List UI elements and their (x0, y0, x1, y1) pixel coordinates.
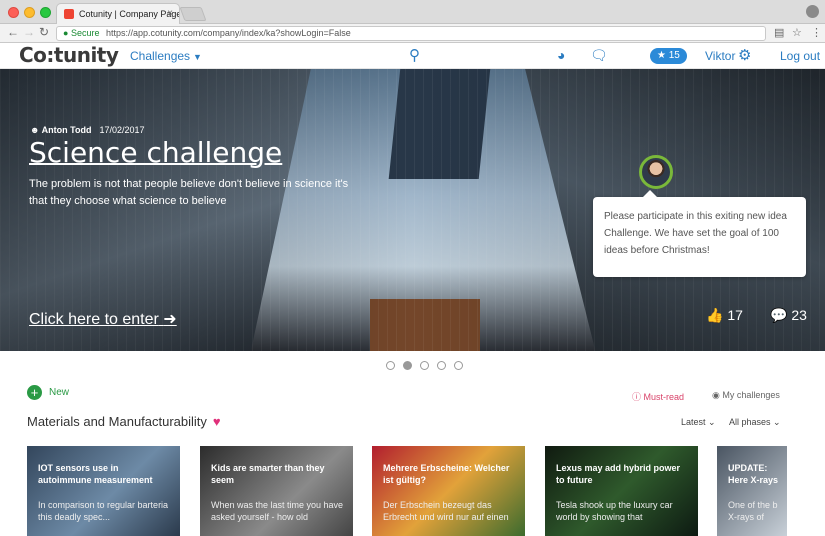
carousel-dot-active[interactable] (403, 361, 412, 370)
forward-arrow-icon[interactable]: → (23, 25, 35, 39)
app-header: Co:tunity Challenges ▼ ⚲ ◕ 🗨 ★ 15 Viktor … (0, 43, 825, 69)
challenge-card[interactable]: Lexus may add hybrid power to future Tes… (545, 446, 698, 536)
author-name: Anton Todd (41, 125, 92, 135)
user-name[interactable]: Viktor (705, 49, 735, 63)
chat-bubbles-icon[interactable]: 🗨 (590, 47, 608, 64)
chevron-down-icon: ⌄ (773, 417, 781, 427)
cotunity-logo[interactable]: Co:tunity (19, 43, 119, 67)
back-arrow-icon[interactable]: ← (7, 25, 19, 39)
sort-dropdown[interactable]: Latest ⌄ (681, 417, 716, 428)
carousel-dot[interactable] (420, 361, 429, 370)
gear-icon[interactable]: ⚙ (738, 46, 751, 64)
caret-down-icon: ▼ (193, 52, 202, 62)
challenge-card[interactable]: UPDATE: Here X-rays One of the b X-rays … (717, 446, 787, 536)
chevron-down-icon: ⌄ (708, 417, 716, 427)
challenges-label: Challenges (130, 49, 191, 63)
thumbs-up-icon: 👍 (706, 307, 724, 323)
challenge-card[interactable]: Mehrere Erbscheine: Welcher ist gültig? … (372, 446, 525, 536)
section-title: Materials and Manufacturability ♥ (27, 414, 221, 429)
translate-icon[interactable]: ▤ (774, 26, 784, 39)
likes-counter[interactable]: 👍 17 (706, 307, 743, 324)
card-description: Tesla shook up the luxury car world by s… (556, 500, 673, 522)
card-description: In comparison to regular barteria this d… (38, 500, 169, 522)
url-field[interactable]: ● Secure https://app.cotunity.com/compan… (56, 26, 766, 41)
carousel-dots (386, 357, 471, 375)
address-bar-row: ← → ↻ ● Secure https://app.cotunity.com/… (0, 24, 825, 43)
my-challenges-label: My challenges (722, 390, 780, 400)
card-title: IOT sensors use in autoimmune measuremen… (38, 463, 153, 485)
sort-label: Latest (681, 417, 706, 427)
close-window-button[interactable] (8, 7, 19, 18)
card-description: One of the b X-rays of (728, 500, 778, 522)
bookmark-star-icon[interactable]: ☆ (792, 26, 802, 39)
challenges-menu[interactable]: Challenges ▼ (130, 49, 202, 63)
must-read-filter[interactable]: ⓘ Must-read (632, 390, 684, 403)
menu-dots-icon[interactable]: ⋮ (811, 26, 822, 39)
carousel-dot[interactable] (437, 361, 446, 370)
search-icon[interactable]: ⚲ (409, 46, 420, 64)
enter-challenge-link[interactable]: Click here to enter ➜ (29, 309, 177, 329)
comments-counter[interactable]: 💬 23 (770, 307, 807, 324)
favicon-icon (64, 9, 74, 19)
challenge-card[interactable]: Kids are smarter than they seem When was… (200, 446, 353, 536)
card-description: When was the last time you have asked yo… (211, 500, 344, 522)
card-description: Der Erbschein bezeugt das Erbrecht und w… (383, 500, 509, 522)
hero-date: 17/02/2017 (99, 125, 145, 135)
comment-icon: 💬 (770, 307, 788, 323)
card-title: Lexus may add hybrid power to future (556, 463, 681, 485)
tab-close-icon[interactable]: × (167, 4, 173, 24)
card-title: Kids are smarter than they seem (211, 463, 325, 485)
must-read-label: Must-read (643, 392, 685, 402)
maximize-window-button[interactable] (40, 7, 51, 18)
hero-title[interactable]: Science challenge (29, 136, 282, 169)
phase-dropdown[interactable]: All phases ⌄ (729, 417, 781, 428)
hero-author: ☻ Anton Todd 17/02/2017 (30, 125, 145, 135)
author-avatar[interactable] (639, 155, 673, 189)
card-title: UPDATE: Here X-rays (728, 463, 779, 485)
arrow-right-icon: ➜ (163, 311, 177, 328)
challenge-card[interactable]: IOT sensors use in autoimmune measuremen… (27, 446, 180, 536)
info-icon: ⓘ (632, 392, 644, 402)
reload-icon[interactable]: ↻ (39, 25, 49, 39)
logout-link[interactable]: Log out (780, 49, 820, 63)
tab-title: Cotunity | Company Page (79, 9, 180, 19)
my-challenges-filter[interactable]: ◉ My challenges (712, 390, 780, 401)
dashboard-gauge-icon[interactable]: ◕ (557, 47, 565, 63)
carousel-dot[interactable] (454, 361, 463, 370)
heart-icon[interactable]: ♥ (213, 414, 221, 429)
points-badge[interactable]: ★ 15 (650, 48, 687, 64)
lock-icon: ● (63, 28, 71, 38)
browser-tab[interactable]: Cotunity | Company Page × (56, 3, 180, 24)
phase-label: All phases (729, 417, 771, 427)
new-tab-button[interactable] (179, 7, 207, 21)
user-icon: ☻ (30, 125, 42, 135)
section-title-text: Materials and Manufacturability (27, 414, 207, 429)
hero-description: The problem is not that people believe d… (29, 178, 349, 207)
pin-icon: ◉ (712, 390, 723, 400)
carousel-dot[interactable] (386, 361, 395, 370)
card-title: Mehrere Erbscheine: Welcher ist gültig? (383, 463, 510, 485)
new-label: New (49, 387, 70, 399)
minimize-window-button[interactable] (24, 7, 35, 18)
secure-label: Secure (70, 28, 100, 38)
likes-count: 17 (727, 307, 743, 323)
message-bubble: Please participate in this exiting new i… (593, 190, 806, 277)
profile-icon[interactable] (806, 5, 819, 18)
comments-count: 23 (791, 307, 807, 323)
browser-tab-bar: Cotunity | Company Page × (0, 0, 825, 24)
plus-icon: + (27, 385, 42, 400)
enter-label: Click here to enter (29, 311, 159, 328)
new-button[interactable]: + New (27, 385, 69, 400)
url-text: https://app.cotunity.com/company/index/k… (105, 28, 351, 38)
